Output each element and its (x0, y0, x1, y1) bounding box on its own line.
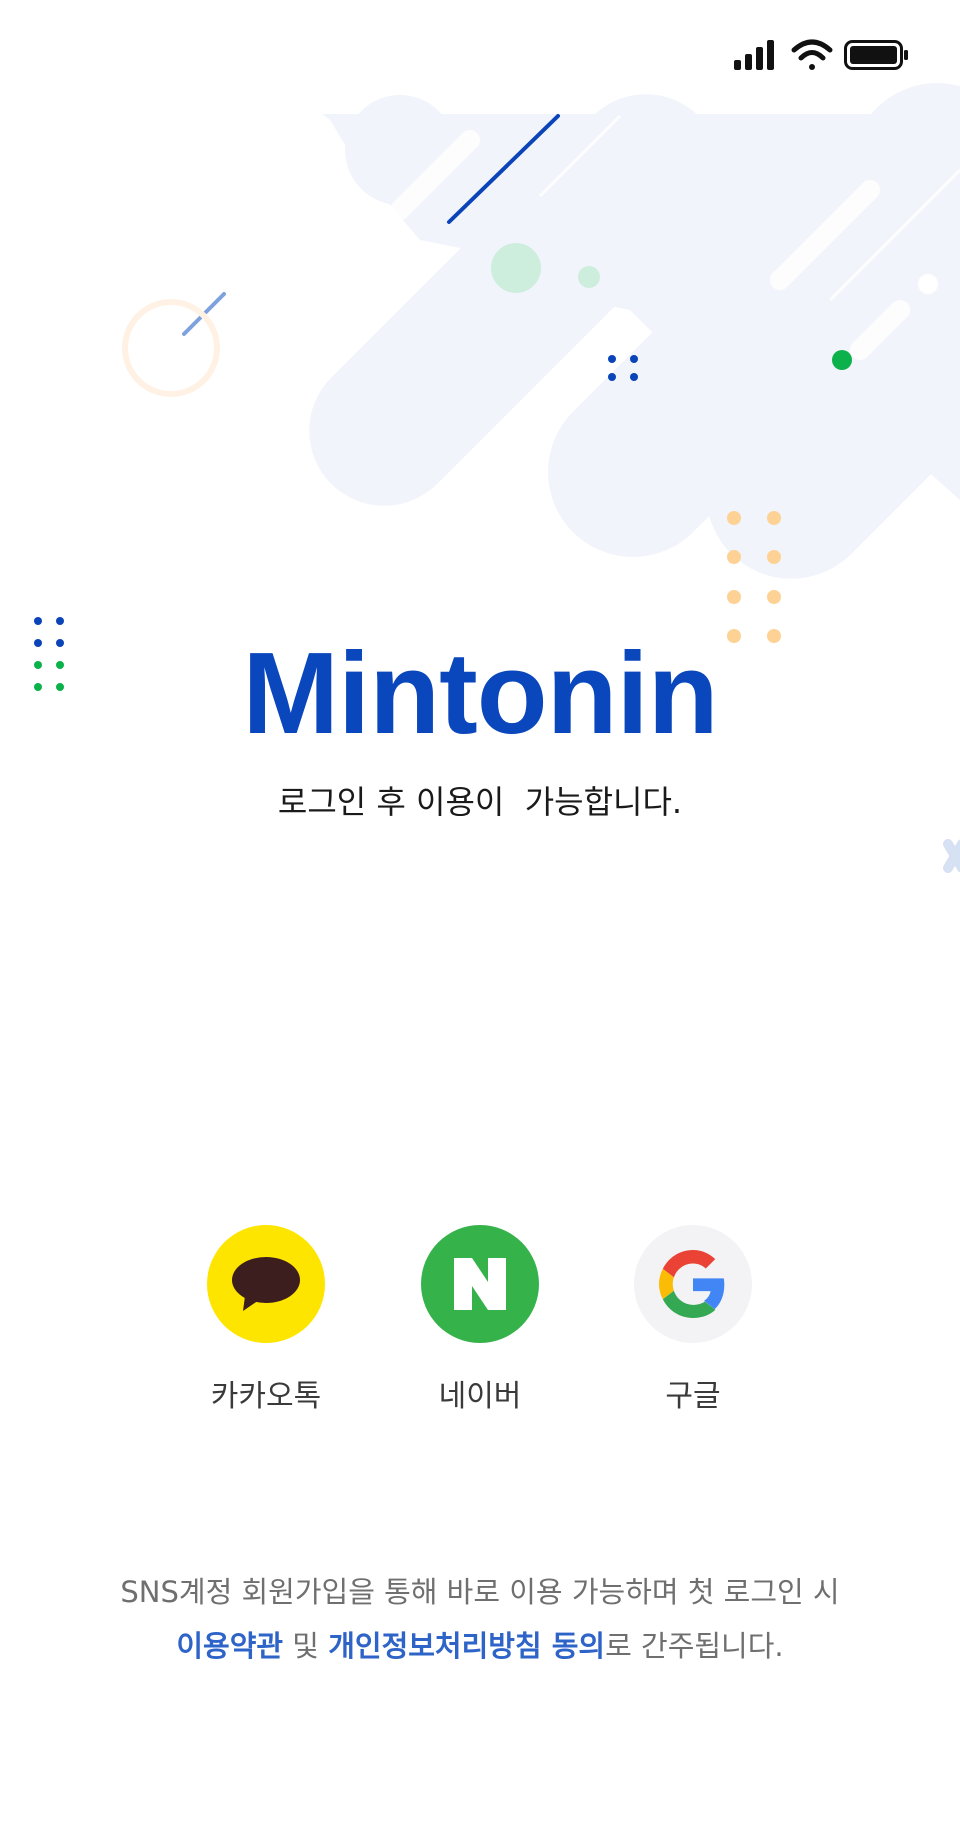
status-icons (734, 39, 908, 70)
google-login-label: 구글 (665, 1379, 721, 1414)
naver-login-button[interactable]: 네이버 (380, 1225, 580, 1417)
google-icon (659, 1250, 725, 1318)
signal-icon (734, 40, 774, 70)
naver-icon (454, 1258, 506, 1310)
google-login-circle[interactable] (634, 1225, 752, 1343)
notice-and: 및 (283, 1629, 329, 1663)
terms-link[interactable]: 이용약관 (176, 1629, 283, 1663)
battery-icon (844, 40, 908, 70)
notice-suffix: 로 간주됩니다. (605, 1629, 784, 1663)
login-required-message: 로그인 후 이용이 가능합니다. (277, 783, 683, 821)
notice-line-1: SNS계정 회원가입을 통해 바로 이용 가능하며 첫 로그인 시 (120, 1575, 840, 1609)
notice-line-2: 이용약관 및 개인정보처리방침 동의로 간주됩니다. (0, 1619, 960, 1673)
kakao-login-button[interactable]: 카카오톡 (166, 1225, 366, 1417)
kakao-login-circle[interactable] (207, 1225, 325, 1343)
naver-login-label: 네이버 (438, 1379, 522, 1414)
app-logo: Mintonin (242, 628, 718, 758)
signup-notice: SNS계정 회원가입을 통해 바로 이용 가능하며 첫 로그인 시 이용약관 및… (0, 1565, 960, 1673)
privacy-policy-link[interactable]: 개인정보처리방침 동의 (328, 1629, 605, 1663)
status-bar (0, 0, 960, 110)
background-decoration (34, 82, 960, 873)
naver-login-circle[interactable] (421, 1225, 539, 1343)
google-login-button[interactable]: 구글 (593, 1225, 793, 1417)
wifi-icon (791, 39, 833, 70)
kakao-login-label: 카카오톡 (210, 1379, 322, 1414)
kakaotalk-icon (232, 1257, 300, 1311)
